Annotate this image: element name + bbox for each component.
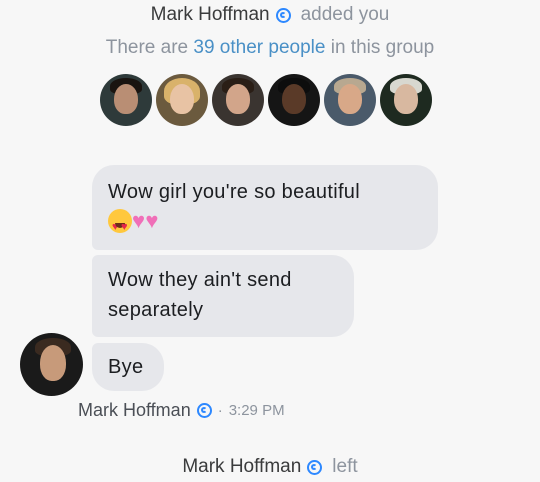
other-people-link[interactable]: 39 other people [193, 37, 325, 58]
left-name[interactable]: Mark Hoffman [182, 456, 301, 478]
member-avatar-5[interactable] [324, 74, 376, 126]
message-meta: Mark Hoffman · 3:29 PM [78, 400, 285, 421]
message-text: Wow girl you're so beautiful [108, 181, 360, 203]
message-text: Wow they ain't send separately [108, 269, 292, 321]
message-bubble[interactable]: Bye [92, 343, 164, 391]
swirl-badge-icon [307, 459, 323, 475]
message-bubble[interactable]: Wow girl you're so beautiful ♥ ♥ [92, 165, 438, 250]
member-avatar-2[interactable] [156, 74, 208, 126]
added-by-name[interactable]: Mark Hoffman [151, 4, 270, 26]
sender-avatar[interactable] [20, 333, 83, 396]
message-time: 3:29 PM [228, 402, 285, 419]
message-bubble[interactable]: Wow they ain't send separately [92, 255, 354, 337]
message-emoji: ♥ ♥ [108, 208, 159, 242]
member-avatars [100, 74, 432, 126]
member-avatar-4[interactable] [268, 74, 320, 126]
sender-name[interactable]: Mark Hoffman [78, 400, 191, 421]
member-avatar-3[interactable] [212, 74, 264, 126]
member-avatar-6[interactable] [380, 74, 432, 126]
two-hearts-emoji-icon: ♥♥ [132, 208, 159, 233]
swirl-badge-icon [196, 403, 212, 418]
group-info-prefix: There are [105, 37, 194, 58]
group-info: There are 39 other people in this group [0, 37, 540, 59]
left-notice: Mark Hoffman left [0, 456, 540, 478]
heart-eyes-emoji-icon [108, 209, 132, 242]
added-notice: Mark Hoffman added you [0, 4, 540, 26]
member-avatar-1[interactable] [100, 74, 152, 126]
meta-separator: · [217, 402, 223, 419]
swirl-badge-icon [275, 7, 291, 23]
group-info-suffix: in this group [325, 37, 435, 58]
added-verb: added you [300, 4, 390, 25]
message-text: Bye [108, 356, 144, 378]
left-verb: left [332, 456, 358, 477]
